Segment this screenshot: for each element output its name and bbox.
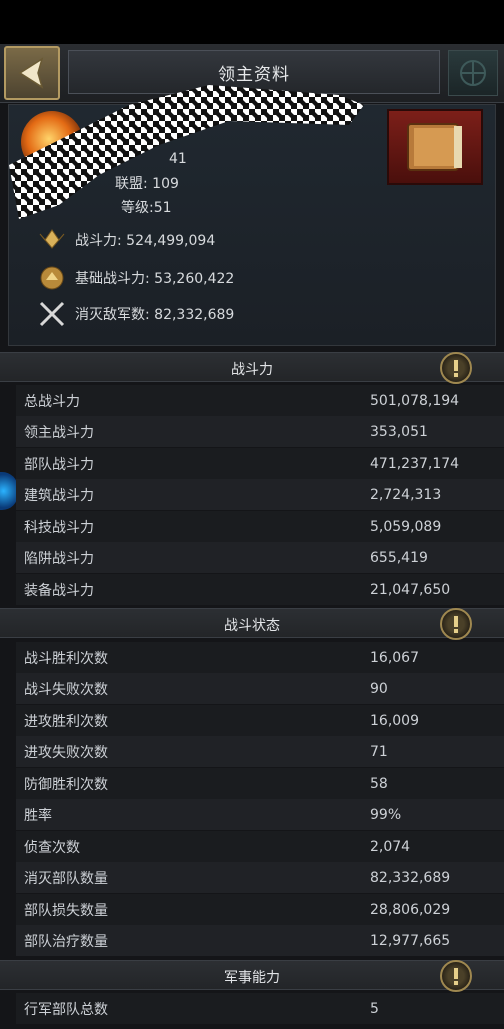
row-label: 部队损失数量 — [24, 902, 108, 919]
row-value: 5,059,089 — [370, 518, 442, 535]
row-label: 科技战斗力 — [24, 519, 94, 536]
base-power-emblem-icon — [35, 263, 69, 293]
base-power-stat: 基础战斗力: 53,260,422 — [35, 263, 234, 293]
exclamation-icon — [454, 968, 458, 985]
row-value: 5 — [370, 1000, 379, 1017]
row-label: 战斗胜利次数 — [24, 650, 108, 667]
section-military: 军事能力 — [0, 960, 504, 992]
row-value: 90 — [370, 680, 388, 697]
row-value: 16,009 — [370, 712, 419, 729]
row-value: 2,724,313 — [370, 486, 442, 503]
row-label: 消灭部队数量 — [24, 870, 108, 887]
table-row: 行军部队总数 5 — [16, 993, 504, 1024]
book-button[interactable] — [387, 109, 483, 185]
table-row: 领主战斗力 353,051 — [16, 416, 504, 447]
ornament-icon — [460, 60, 486, 86]
row-label: 领主战斗力 — [24, 424, 94, 441]
row-value: 21,047,650 — [370, 581, 451, 598]
row-label: 胜率 — [24, 807, 52, 824]
row-value: 99% — [370, 806, 402, 823]
row-value: 353,051 — [370, 423, 428, 440]
status-bar-area — [0, 0, 504, 44]
enemies-label: 消灭敌军数: 82,332,689 — [75, 307, 235, 323]
table-row: 进攻失败次数 71 — [16, 736, 504, 767]
emblem-button[interactable] — [448, 50, 498, 96]
exclamation-icon — [454, 360, 458, 377]
row-value: 28,806,029 — [370, 901, 451, 918]
book-icon — [407, 123, 462, 171]
row-label: 部队治疗数量 — [24, 933, 108, 950]
section-title: 军事能力 — [224, 970, 280, 986]
row-label: 部队战斗力 — [24, 456, 94, 473]
info-button[interactable] — [440, 960, 472, 992]
row-label: 装备战斗力 — [24, 582, 94, 599]
table-row: 陷阱战斗力 655,419 — [16, 542, 504, 573]
row-value: 655,419 — [370, 549, 428, 566]
table-row: 建筑战斗力 2,724,313 — [16, 479, 504, 510]
row-label: 侦查次数 — [24, 839, 80, 856]
table-row: 部队损失数量 28,806,029 — [16, 894, 504, 925]
row-value: 58 — [370, 775, 388, 792]
row-label: 战斗失败次数 — [24, 681, 108, 698]
exclamation-icon — [454, 616, 458, 633]
section-battle-status: 战斗状态 — [0, 608, 504, 640]
table-row: 防御胜利次数 58 — [16, 768, 504, 799]
info-button[interactable] — [440, 352, 472, 384]
row-value: 16,067 — [370, 649, 419, 666]
row-value: 2,074 — [370, 838, 411, 855]
row-value: 501,078,194 — [370, 392, 460, 409]
table-row: 部队治疗数量 12,977,665 — [16, 925, 504, 956]
redacted-name-overlay — [9, 85, 364, 219]
row-value: 471,237,174 — [370, 455, 460, 472]
row-label: 进攻胜利次数 — [24, 713, 108, 730]
row-label: 建筑战斗力 — [24, 487, 94, 504]
profile-panel: 41 联盟: 109 等级:51 战斗力: 524,499,094 基础战斗力:… — [8, 85, 496, 346]
table-row: 消灭部队数量 82,332,689 — [16, 862, 504, 893]
table-row: 部队战斗力 471,237,174 — [16, 448, 504, 479]
table-row: 进攻胜利次数 16,009 — [16, 705, 504, 736]
power-emblem-icon — [35, 225, 69, 255]
section-title: 战斗力 — [231, 362, 273, 378]
table-row: 战斗失败次数 90 — [16, 673, 504, 704]
power-stat: 战斗力: 524,499,094 — [35, 225, 215, 255]
page-title: 领主资料 — [218, 64, 290, 85]
row-label: 陷阱战斗力 — [24, 550, 94, 567]
row-label: 总战斗力 — [24, 393, 80, 410]
table-row: 胜率 99% — [16, 799, 504, 830]
section-title: 战斗状态 — [224, 618, 280, 634]
row-label: 行军部队总数 — [24, 1001, 108, 1018]
table-row: 装备战斗力 21,047,650 — [16, 574, 504, 605]
table-row: 科技战斗力 5,059,089 — [16, 511, 504, 542]
row-value: 12,977,665 — [370, 932, 451, 949]
power-label: 战斗力: 524,499,094 — [75, 233, 216, 249]
enemies-stat: 消灭敌军数: 82,332,689 — [35, 299, 234, 329]
info-button[interactable] — [440, 608, 472, 640]
row-value: 82,332,689 — [370, 869, 451, 886]
row-value: 71 — [370, 743, 388, 760]
table-row: 战斗胜利次数 16,067 — [16, 642, 504, 673]
section-combat-power: 战斗力 — [0, 352, 504, 384]
table-row: 侦查次数 2,074 — [16, 831, 504, 862]
table-row: 总战斗力 501,078,194 — [16, 385, 504, 416]
base-power-label: 基础战斗力: 53,260,422 — [75, 271, 235, 287]
row-label: 防御胜利次数 — [24, 776, 108, 793]
row-label: 进攻失败次数 — [24, 744, 108, 761]
crossed-swords-icon — [35, 299, 69, 329]
